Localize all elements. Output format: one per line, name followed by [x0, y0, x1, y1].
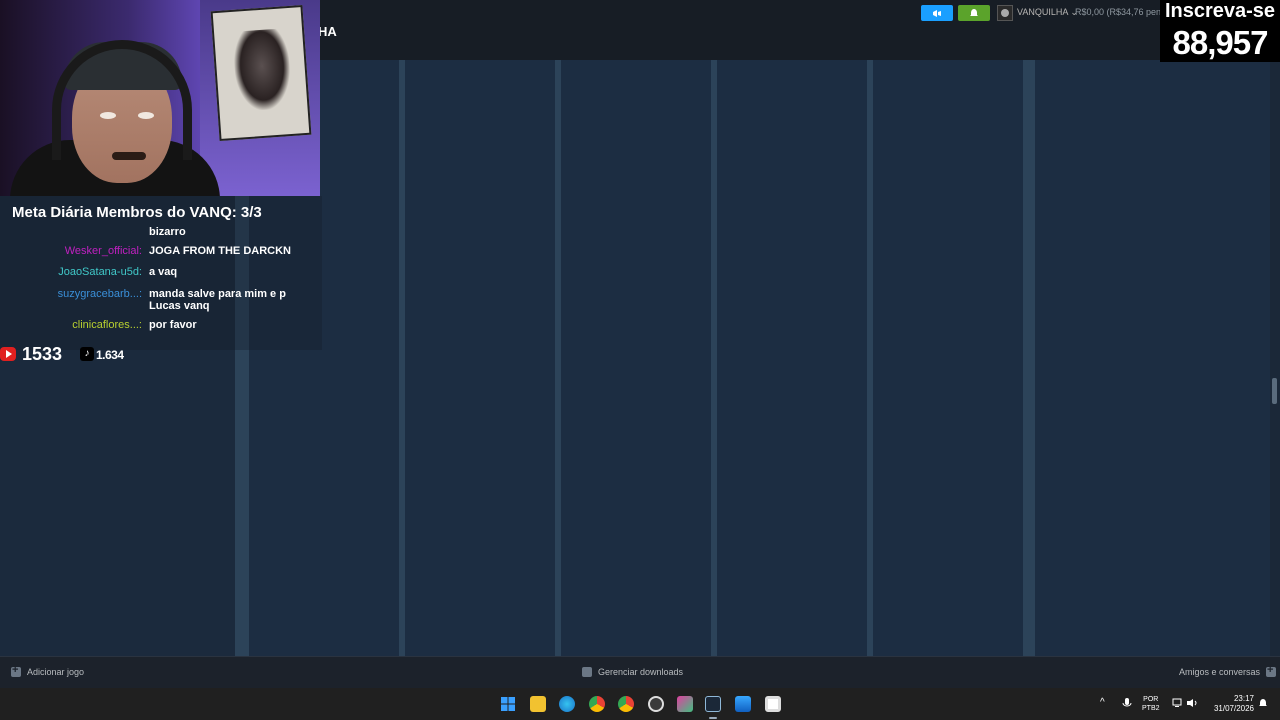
add-game-label: Adicionar jogo [27, 667, 85, 677]
tiktok-icon: ♪ [80, 347, 94, 361]
column-divider [1023, 60, 1035, 656]
youtube-count: 1533 [22, 344, 63, 364]
steam-icon[interactable] [705, 696, 721, 712]
user-name-menu[interactable]: VANQUILHA ⌄ [1017, 7, 1078, 18]
chat-text: JOGA FROM THE DARCKN [149, 245, 291, 257]
manage-downloads-button[interactable]: Gerenciar downloads [582, 667, 683, 677]
chat-text: a vaq [149, 266, 178, 278]
chat-author: suzygracebarb...: [57, 288, 142, 300]
file-explorer-icon[interactable] [530, 696, 546, 712]
friends-label: Amigos e conversas [1179, 667, 1261, 677]
tiktok-count: 1.634 [96, 348, 124, 362]
eye [100, 112, 116, 119]
download-icon [582, 667, 592, 677]
clock-time: 23:17 [1233, 694, 1254, 703]
wall-poster [210, 4, 312, 142]
chat-author: clinicaflores...: [72, 319, 142, 331]
subscribe-label: Inscreva-se [1164, 0, 1276, 22]
keyboard-layout: PTB2 [1142, 705, 1160, 712]
library-column [405, 60, 555, 656]
scrollbar-thumb[interactable] [1272, 378, 1277, 404]
clock-date: 31/07/2026 [1213, 704, 1254, 713]
daily-goal: Meta Diária Membros do VANQ: 3/3 [12, 204, 262, 221]
announcements-button[interactable] [921, 5, 953, 21]
mustache [112, 152, 146, 160]
chrome-dev-icon[interactable] [618, 696, 634, 712]
language-indicator[interactable]: POR PTB2 [1142, 695, 1160, 713]
notification-center-icon[interactable] [1258, 698, 1268, 709]
add-game-button[interactable]: Adicionar jogo [11, 664, 85, 677]
steam-footer: Adicionar jogo Gerenciar downloads Amigo… [0, 656, 1280, 688]
language-code: POR [1143, 696, 1159, 703]
youtube-icon [0, 347, 16, 361]
webcam-feed [0, 0, 320, 196]
library-column [717, 60, 867, 656]
app-icon[interactable] [677, 696, 693, 712]
friends-chat-button[interactable]: Amigos e conversas [1179, 664, 1277, 677]
megaphone-icon [933, 9, 941, 17]
subscribe-overlay: Inscreva-se 88,957 [1160, 0, 1280, 62]
chrome-icon[interactable] [589, 696, 605, 712]
windows-taskbar: ^ POR PTB2 23:17 31/07/2026 [0, 688, 1280, 720]
active-app-indicator [709, 717, 717, 719]
store-icon[interactable] [735, 696, 751, 712]
app2-icon[interactable] [765, 696, 781, 712]
speaker-icon[interactable] [1186, 698, 1198, 708]
microphone-icon[interactable] [1122, 697, 1132, 709]
wallet-balance[interactable]: R$0,00 (R$34,76 pend [1075, 7, 1166, 17]
clock[interactable]: 23:17 31/07/2026 [1206, 694, 1254, 714]
windows-start-icon[interactable] [500, 696, 516, 712]
library-column [1035, 60, 1270, 656]
plus-icon [11, 664, 21, 677]
chat-text: bizarro [149, 226, 186, 238]
eye [138, 112, 154, 119]
library-column [561, 60, 711, 656]
chat-author: JoaoSatana-u5d: [58, 266, 142, 278]
downloads-label: Gerenciar downloads [598, 667, 684, 677]
obs-icon[interactable] [648, 696, 664, 712]
chat-text: manda salve para mim e p Lucas vanq [149, 288, 286, 312]
chat-author: Wesker_official: [64, 245, 142, 257]
nav-library-label[interactable]: HA [318, 24, 337, 39]
edge-icon[interactable] [559, 696, 575, 712]
library-column [873, 60, 1023, 656]
subscriber-count: 88,957 [1172, 24, 1269, 61]
user-avatar[interactable] [997, 5, 1013, 21]
notifications-button[interactable] [958, 5, 990, 21]
friends-icon [1266, 664, 1277, 677]
screen: HA VANQUILHA ⌄ R$0,00 (R$34,76 pend Insc… [0, 0, 1280, 720]
chevron-up-icon[interactable]: ^ [1100, 697, 1105, 708]
bell-icon [970, 9, 978, 17]
network-icon[interactable] [1172, 698, 1182, 708]
chat-text: por favor [149, 319, 197, 331]
